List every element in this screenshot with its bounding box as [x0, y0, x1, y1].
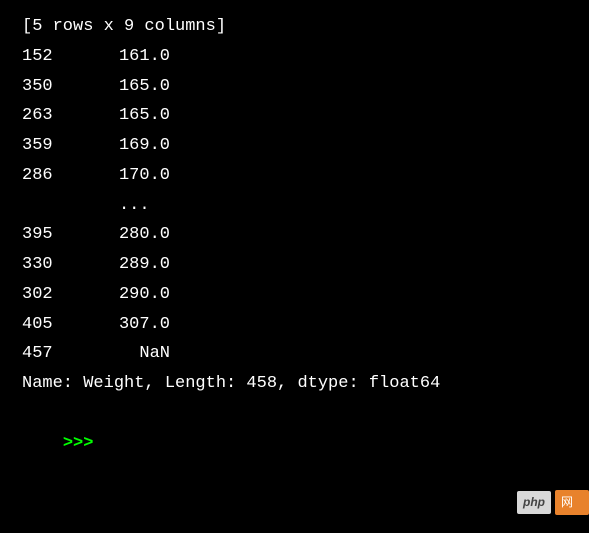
series-row: 152161.0: [22, 42, 567, 72]
series-value: NaN: [110, 339, 170, 369]
python-prompt: >>>: [63, 434, 94, 453]
series-row: 286170.0: [22, 161, 567, 191]
series-row: 350165.0: [22, 72, 567, 102]
series-row: 359169.0: [22, 131, 567, 161]
series-index: 457: [22, 339, 110, 369]
php-badge: php: [517, 491, 551, 514]
series-row: 330289.0: [22, 250, 567, 280]
series-index: 286: [22, 161, 110, 191]
series-meta: Name: Weight, Length: 458, dtype: float6…: [22, 369, 567, 399]
series-value: 165.0: [110, 101, 170, 131]
series-value: 280.0: [110, 220, 170, 250]
terminal-output: [5 rows x 9 columns] 152161.0 350165.0 2…: [22, 12, 567, 488]
series-row: 263165.0: [22, 101, 567, 131]
series-index: 152: [22, 42, 110, 72]
dataframe-shape-summary: [5 rows x 9 columns]: [22, 12, 567, 42]
series-value: 307.0: [110, 310, 170, 340]
series-row: 395280.0: [22, 220, 567, 250]
series-value: 161.0: [110, 42, 170, 72]
series-value: 165.0: [110, 72, 170, 102]
series-value: 170.0: [110, 161, 170, 191]
series-index: 395: [22, 220, 110, 250]
series-index: 350: [22, 72, 110, 102]
series-row: 405307.0: [22, 310, 567, 340]
series-row: 457NaN: [22, 339, 567, 369]
watermark-right: 网: [555, 490, 589, 515]
series-index: 359: [22, 131, 110, 161]
series-ellipsis: ...: [22, 191, 567, 221]
series-value: 289.0: [110, 250, 170, 280]
series-index: 330: [22, 250, 110, 280]
watermark: php 网: [517, 490, 589, 515]
series-index: 405: [22, 310, 110, 340]
series-index: 302: [22, 280, 110, 310]
series-index: 263: [22, 101, 110, 131]
series-value: 169.0: [110, 131, 170, 161]
series-row: 302290.0: [22, 280, 567, 310]
series-value: 290.0: [110, 280, 170, 310]
python-prompt-line[interactable]: >>>: [22, 399, 567, 488]
